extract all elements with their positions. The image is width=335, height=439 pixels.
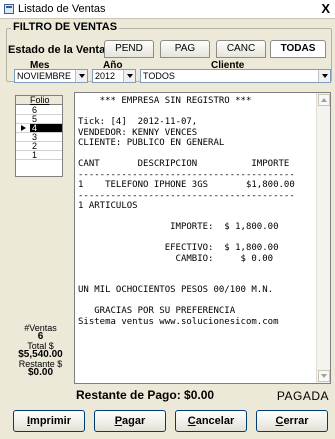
tab-canc[interactable]: CANC: [216, 40, 266, 58]
row-indicator: [17, 106, 29, 114]
table-row[interactable]: 5: [16, 115, 62, 124]
status-badge: PAGADA: [276, 389, 329, 403]
folio-cell: 4: [30, 124, 62, 133]
table-row[interactable]: 6: [16, 106, 62, 115]
folio-header-label: Folio: [30, 95, 50, 105]
mes-value: NOVIEMBRE: [17, 71, 72, 81]
cliente-value: TODOS: [143, 71, 175, 81]
table-row[interactable]: 2: [16, 142, 62, 151]
pagar-label: agar: [122, 415, 146, 427]
estado-label: Estado de la Venta:: [8, 44, 109, 56]
pagar-accel: P: [114, 415, 123, 427]
table-row[interactable]: 3: [16, 133, 62, 142]
anio-select[interactable]: 2012: [92, 69, 136, 83]
cerrar-button[interactable]: Cerrar: [256, 410, 328, 432]
row-indicator: [17, 133, 29, 141]
chevron-down-icon[interactable]: [75, 70, 87, 82]
imprimir-button[interactable]: Imprimir: [13, 410, 85, 432]
folio-cell: 2: [32, 141, 38, 151]
sales-stats: #Ventas 6 Total $ $5,540.00 Restante $ $…: [13, 324, 68, 378]
close-icon[interactable]: X: [321, 1, 330, 16]
receipt-textbox[interactable]: *** EMPRESA SIN REGISTRO *** Tick: [4] 2…: [74, 92, 331, 384]
pagar-button[interactable]: Pagar: [94, 410, 166, 432]
tab-pend[interactable]: PEND: [104, 40, 154, 58]
app-icon: [4, 4, 14, 14]
table-row[interactable]: 4: [16, 124, 62, 133]
folio-cell: 3: [32, 132, 38, 142]
tab-todas[interactable]: TODAS: [270, 40, 326, 58]
cerrar-label: errar: [283, 415, 309, 427]
filter-legend: FILTRO DE VENTAS: [11, 21, 120, 33]
scrollbar[interactable]: [316, 93, 330, 383]
row-pointer-icon: [17, 124, 29, 132]
table-row[interactable]: 1: [16, 151, 62, 160]
row-indicator: [17, 115, 29, 123]
tab-pag[interactable]: PAG: [160, 40, 210, 58]
receipt-text: *** EMPRESA SIN REGISTRO *** Tick: [4] 2…: [78, 96, 295, 327]
scroll-down-icon[interactable]: [318, 370, 330, 382]
cancelar-label: ancelar: [195, 415, 235, 427]
folio-cell: 5: [32, 114, 38, 124]
cancelar-button[interactable]: Cancelar: [175, 410, 247, 432]
folio-cell: 1: [32, 150, 38, 160]
restante-value: $0.00: [27, 367, 54, 378]
row-indicator: [17, 151, 29, 159]
chevron-down-icon[interactable]: [123, 70, 135, 82]
window-title: Listado de Ventas: [18, 3, 106, 15]
scroll-up-icon[interactable]: [318, 94, 330, 106]
cliente-select[interactable]: TODOS: [140, 69, 331, 83]
anio-value: 2012: [95, 71, 116, 81]
mes-select[interactable]: NOVIEMBRE: [14, 69, 88, 83]
folio-grid[interactable]: Folio 6 5 4 3 2 1: [15, 95, 63, 177]
title-bar: Listado de Ventas X: [0, 0, 335, 19]
cancelar-accel: C: [187, 415, 196, 427]
imprimir-label: mprimir: [30, 415, 72, 427]
chevron-down-icon[interactable]: [318, 70, 330, 82]
folio-header[interactable]: Folio: [16, 95, 62, 105]
folio-cell: 6: [32, 105, 38, 115]
row-indicator: [17, 142, 29, 150]
restante-pago: Restante de Pago: $0.00: [76, 388, 215, 402]
